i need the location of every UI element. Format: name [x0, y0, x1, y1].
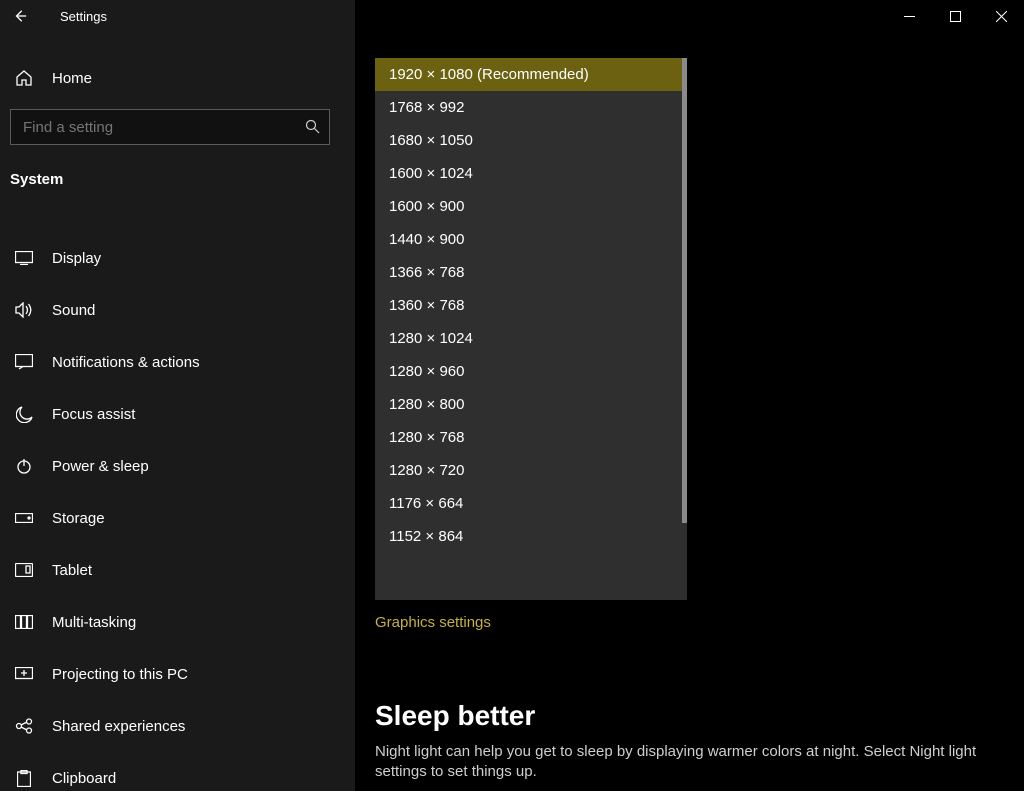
graphics-settings-link[interactable]: Graphics settings — [375, 614, 491, 631]
shared-icon — [14, 716, 34, 736]
dropdown-scrollbar[interactable] — [682, 58, 687, 600]
resolution-option[interactable]: 1768 × 992 — [375, 91, 682, 124]
home-icon — [14, 69, 34, 87]
clipboard-icon — [14, 768, 34, 788]
resolution-option[interactable]: 1360 × 768 — [375, 289, 682, 322]
sidebar-item-display[interactable]: Display — [0, 232, 355, 284]
sidebar-item-projecting[interactable]: Projecting to this PC — [0, 648, 355, 700]
back-button[interactable] — [0, 0, 40, 32]
multitasking-icon — [14, 612, 34, 632]
sidebar-item-label: Multi-tasking — [52, 614, 136, 631]
tablet-icon — [14, 560, 34, 580]
display-icon — [14, 248, 34, 268]
sidebar-item-focus-assist[interactable]: Focus assist — [0, 388, 355, 440]
sidebar-item-label: Storage — [52, 510, 105, 527]
sidebar-home[interactable]: Home — [0, 55, 355, 101]
sidebar-item-label: Display — [52, 250, 101, 267]
resolution-option[interactable]: 1440 × 900 — [375, 223, 682, 256]
sidebar-item-label: Sound — [52, 302, 95, 319]
search-input[interactable] — [23, 119, 305, 136]
resolution-option[interactable]: 1280 × 768 — [375, 421, 682, 454]
dropdown-scrollbar-thumb[interactable] — [682, 58, 687, 523]
projecting-icon — [14, 664, 34, 684]
sidebar-item-label: Power & sleep — [52, 458, 149, 475]
sidebar-item-storage[interactable]: Storage — [0, 492, 355, 544]
sidebar-item-label: Notifications & actions — [52, 354, 200, 371]
sidebar: Home System Display Sound Notifi — [0, 0, 355, 791]
sidebar-item-tablet[interactable]: Tablet — [0, 544, 355, 596]
sleep-better-heading: Sleep better — [375, 700, 535, 732]
sidebar-group-label: System — [0, 151, 355, 196]
focus-assist-icon — [14, 404, 34, 424]
resolution-option[interactable]: 1366 × 768 — [375, 256, 682, 289]
resolution-option[interactable]: 1280 × 960 — [375, 355, 682, 388]
resolution-option[interactable]: 1152 × 864 — [375, 520, 682, 553]
settings-window: Settings Home System — [0, 0, 1024, 791]
resolution-option[interactable]: 1600 × 900 — [375, 190, 682, 223]
sidebar-nav: Display Sound Notifications & actions Fo… — [0, 232, 355, 791]
sidebar-item-notifications[interactable]: Notifications & actions — [0, 336, 355, 388]
sleep-better-text: Night light can help you get to sleep by… — [375, 742, 995, 783]
storage-icon — [14, 508, 34, 528]
sidebar-home-label: Home — [52, 70, 92, 87]
resolution-option[interactable]: 1680 × 1050 — [375, 124, 682, 157]
back-arrow-icon — [13, 9, 27, 23]
resolution-option[interactable]: 1280 × 800 — [375, 388, 682, 421]
sidebar-item-label: Clipboard — [52, 770, 116, 787]
sound-icon — [14, 300, 34, 320]
sidebar-item-label: Focus assist — [52, 406, 135, 423]
search-icon — [305, 119, 321, 135]
sidebar-item-power-sleep[interactable]: Power & sleep — [0, 440, 355, 492]
resolution-option[interactable]: 1176 × 664 — [375, 487, 682, 520]
notifications-icon — [14, 352, 34, 372]
sidebar-item-multitasking[interactable]: Multi-tasking — [0, 596, 355, 648]
resolution-dropdown[interactable]: 1920 × 1080 (Recommended)1768 × 9921680 … — [375, 58, 687, 600]
resolution-option[interactable]: 1600 × 1024 — [375, 157, 682, 190]
resolution-option[interactable]: 1280 × 1024 — [375, 322, 682, 355]
sidebar-item-label: Shared experiences — [52, 718, 185, 735]
sidebar-item-label: Tablet — [52, 562, 92, 579]
resolution-dropdown-list[interactable]: 1920 × 1080 (Recommended)1768 × 9921680 … — [375, 58, 682, 600]
sidebar-item-label: Projecting to this PC — [52, 666, 188, 683]
resolution-option[interactable]: 1280 × 720 — [375, 454, 682, 487]
resolution-option[interactable]: 1920 × 1080 (Recommended) — [375, 58, 682, 91]
sidebar-item-clipboard[interactable]: Clipboard — [0, 752, 355, 791]
power-icon — [14, 456, 34, 476]
sidebar-item-shared-experiences[interactable]: Shared experiences — [0, 700, 355, 752]
window-title: Settings — [40, 9, 107, 24]
search-input-wrap[interactable] — [10, 109, 330, 145]
sidebar-item-sound[interactable]: Sound — [0, 284, 355, 336]
